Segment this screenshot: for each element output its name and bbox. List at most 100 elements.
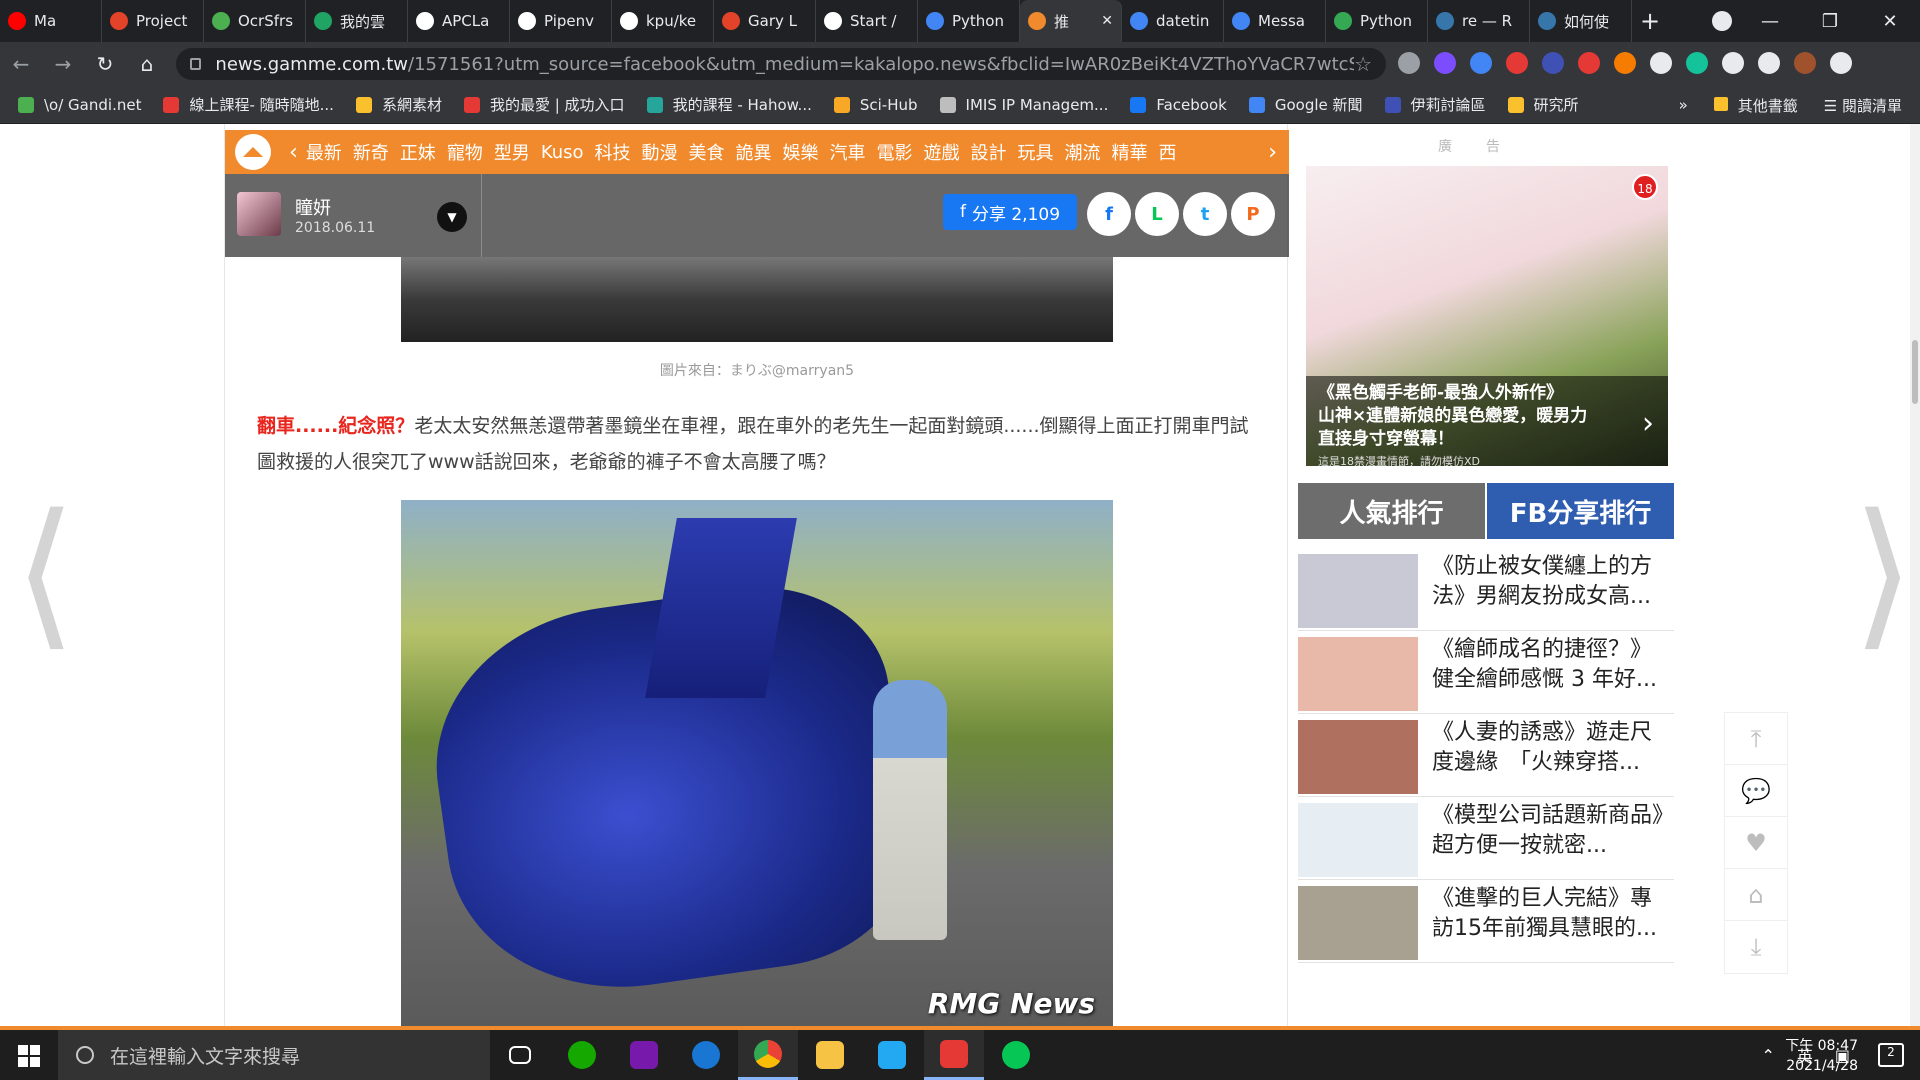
- tab-popular-ranking[interactable]: 人氣排行: [1298, 483, 1485, 539]
- vscode-icon[interactable]: [862, 1030, 922, 1080]
- check-icon[interactable]: [1398, 52, 1420, 74]
- browser-tab[interactable]: kpu/ke: [612, 0, 714, 42]
- ranking-thumbnail[interactable]: [1298, 886, 1418, 960]
- browser-tab[interactable]: APCLa: [408, 0, 510, 42]
- bookmark-item[interactable]: 我的最愛 | 成功入口: [463, 94, 625, 115]
- extension-record-icon[interactable]: [1578, 52, 1600, 74]
- extension-bolt-icon[interactable]: [1434, 52, 1456, 74]
- ranking-thumbnail[interactable]: [1298, 803, 1418, 877]
- browser-tab[interactable]: Project: [102, 0, 204, 42]
- nav-category-item[interactable]: 遊戲: [924, 139, 960, 165]
- menu-kebab-icon[interactable]: [1830, 52, 1852, 74]
- ranking-thumbnail[interactable]: [1298, 720, 1418, 794]
- tab-fb-share-ranking[interactable]: FB分享排行: [1487, 483, 1674, 539]
- ranking-title[interactable]: 《繪師成名的捷徑？》健全繪師感慨 3 年好...: [1432, 635, 1668, 695]
- bookmark-item[interactable]: 研究所: [1507, 94, 1579, 115]
- nav-category-item[interactable]: 最新: [306, 139, 342, 165]
- tray-chevron-icon[interactable]: ⌃: [1761, 1046, 1774, 1065]
- minimize-icon[interactable]: —: [1740, 11, 1800, 32]
- browser-tab[interactable]: Messa: [1224, 0, 1326, 42]
- ranking-thumbnail[interactable]: [1298, 554, 1418, 628]
- close-window-icon[interactable]: ✕: [1860, 11, 1920, 32]
- puzzle-icon[interactable]: [1722, 52, 1744, 74]
- taskbar-clock[interactable]: 下午 08:47 2021/4/28: [1785, 1036, 1858, 1076]
- browser-tab[interactable]: Gary L: [714, 0, 816, 42]
- plurk-share-icon[interactable]: P: [1231, 192, 1275, 236]
- nav-category-item[interactable]: 電影: [877, 139, 913, 165]
- nav-category-item[interactable]: 寵物: [447, 139, 483, 165]
- browser-tab[interactable]: Python: [1326, 0, 1428, 42]
- bookmark-star-icon[interactable]: ☆: [1354, 52, 1372, 76]
- windows-start-icon[interactable]: [18, 1045, 40, 1067]
- bookmark-item[interactable]: 線上課程- 隨時隨地...: [163, 94, 334, 115]
- nav-category-item[interactable]: 精華: [1112, 139, 1148, 165]
- ranking-title[interactable]: 《進擊的巨人完結》專訪15年前獨具慧眼的...: [1432, 884, 1668, 944]
- nav-category-item[interactable]: 動漫: [642, 139, 678, 165]
- facebook-share-icon[interactable]: f: [1087, 192, 1131, 236]
- ranking-item[interactable]: 《人妻的誘惑》遊走尺度邊緣 「火辣穿搭...: [1298, 714, 1674, 797]
- reading-list[interactable]: ☰ 閱讀清單: [1824, 95, 1902, 116]
- nav-category-item[interactable]: 設計: [971, 139, 1007, 165]
- nav-category-item[interactable]: 科技: [595, 139, 631, 165]
- extension-shield-icon[interactable]: [1542, 52, 1564, 74]
- ranking-title[interactable]: 《人妻的誘惑》遊走尺度邊緣 「火辣穿搭...: [1432, 718, 1668, 778]
- media-icon[interactable]: [1758, 52, 1780, 74]
- site-home-icon[interactable]: [235, 134, 271, 170]
- ranking-thumbnail[interactable]: [1298, 637, 1418, 711]
- nav-category-item[interactable]: 玩具: [1018, 139, 1054, 165]
- author-dropdown-icon[interactable]: ▼: [437, 202, 467, 232]
- nav-category-item[interactable]: 潮流: [1065, 139, 1101, 165]
- author-name[interactable]: 瞳妍: [295, 194, 331, 220]
- bookmark-item[interactable]: Sci-Hub: [833, 96, 918, 114]
- translate-icon[interactable]: [1470, 52, 1492, 74]
- ranking-item[interactable]: 《繪師成名的捷徑？》健全繪師感慨 3 年好...: [1298, 631, 1674, 714]
- ranking-title[interactable]: 《防止被女僕纏上的方法》男網友扮成女高...: [1432, 552, 1668, 612]
- forward-icon[interactable]: →: [42, 52, 84, 76]
- address-bar[interactable]: news.gamme.com.tw /1571561?utm_source=fa…: [176, 48, 1386, 80]
- heart-icon[interactable]: ♥: [1725, 817, 1787, 869]
- nav-category-item[interactable]: 西: [1159, 139, 1177, 165]
- bookmark-item[interactable]: IMIS IP Managem...: [939, 96, 1108, 114]
- profile-avatar[interactable]: [1794, 52, 1816, 74]
- grammarly-taskbar-icon[interactable]: [676, 1030, 736, 1080]
- nav-category-item[interactable]: 美食: [689, 139, 725, 165]
- task-view-icon[interactable]: [490, 1030, 550, 1080]
- bookmark-item[interactable]: \o/ Gandi.net: [18, 96, 141, 114]
- file-explorer-icon[interactable]: [800, 1030, 860, 1080]
- notion-icon[interactable]: [1650, 52, 1672, 74]
- nav-category-item[interactable]: 汽車: [830, 139, 866, 165]
- nav-category-item[interactable]: 正妹: [400, 139, 436, 165]
- ranking-item[interactable]: 《防止被女僕纏上的方法》男網友扮成女高...: [1298, 548, 1674, 631]
- ranking-item[interactable]: 《模型公司話題新商品》超方便一按就密...: [1298, 797, 1674, 880]
- bookmark-item[interactable]: Google 新聞: [1248, 94, 1363, 115]
- author-avatar[interactable]: [237, 192, 281, 236]
- prev-article-arrow-icon[interactable]: ⟨: [14, 488, 76, 658]
- nav-category-item[interactable]: Kuso: [541, 142, 584, 163]
- bookmark-item[interactable]: 我的課程 - Hahow...: [646, 94, 812, 115]
- browser-tab[interactable]: OcrSfrs: [204, 0, 306, 42]
- other-bookmarks[interactable]: 其他書籤: [1713, 95, 1798, 116]
- browser-tab[interactable]: Ma: [0, 0, 102, 42]
- comment-icon[interactable]: 💬: [1725, 765, 1787, 817]
- bookmark-item[interactable]: 伊莉討論區: [1384, 94, 1486, 115]
- line-app-icon[interactable]: [986, 1030, 1046, 1080]
- browser-tab[interactable]: Pipenv: [510, 0, 612, 42]
- home-house-icon[interactable]: ⌂: [1725, 869, 1787, 921]
- new-tab-icon[interactable]: +: [1632, 7, 1668, 35]
- close-tab-icon[interactable]: ✕: [1101, 13, 1113, 29]
- back-icon[interactable]: ←: [0, 52, 42, 76]
- nav-right-chevron-icon[interactable]: ›: [1268, 140, 1277, 165]
- bookmarks-more-icon[interactable]: »: [1679, 96, 1688, 114]
- nav-category-item[interactable]: 詭異: [736, 139, 772, 165]
- twitter-share-icon[interactable]: t: [1183, 192, 1227, 236]
- lock-icon[interactable]: [190, 58, 202, 70]
- notification-icon[interactable]: 2: [1878, 1043, 1904, 1067]
- browser-tab[interactable]: Python: [918, 0, 1020, 42]
- next-article-arrow-icon[interactable]: ⟩: [1852, 488, 1914, 658]
- line-share-icon[interactable]: L: [1135, 192, 1179, 236]
- taskbar-search-box[interactable]: 在這裡輸入文字來搜尋: [58, 1030, 490, 1080]
- nav-left-chevron-icon[interactable]: ‹: [289, 140, 298, 165]
- onenote-icon[interactable]: [614, 1030, 674, 1080]
- scrollbar-thumb[interactable]: [1912, 340, 1918, 404]
- browser-tab[interactable]: Start /: [816, 0, 918, 42]
